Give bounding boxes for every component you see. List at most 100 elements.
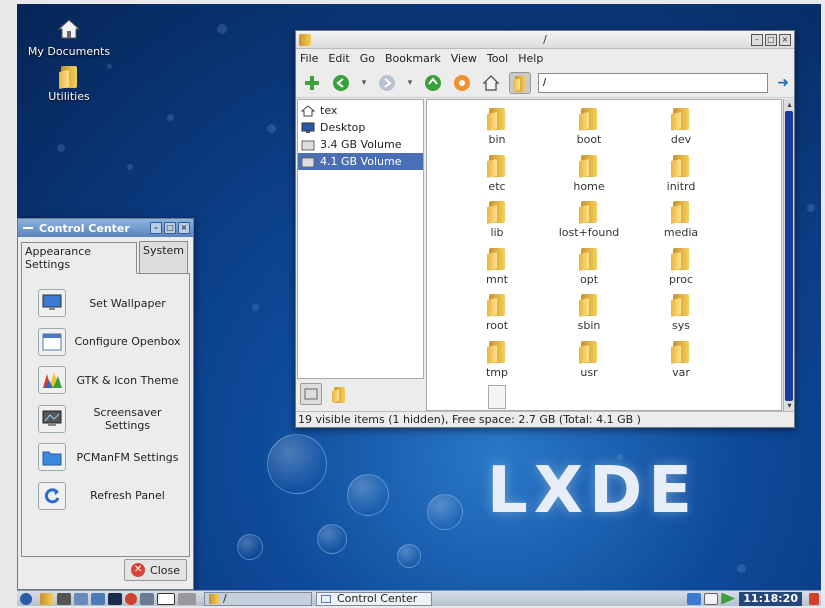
folder-item[interactable]: usr bbox=[543, 339, 635, 379]
tab-appearance-settings[interactable]: Appearance Settings bbox=[21, 242, 137, 274]
plus-icon bbox=[305, 75, 319, 90]
set-wallpaper-button[interactable]: Set Wallpaper bbox=[22, 284, 189, 323]
folder-item[interactable]: initrd bbox=[635, 153, 727, 193]
menu-tool[interactable]: Tool bbox=[487, 52, 508, 65]
menu-view[interactable]: View bbox=[451, 52, 477, 65]
vertical-scrollbar[interactable]: ▴ ▾ bbox=[783, 99, 794, 411]
minimize-button[interactable]: – bbox=[150, 222, 162, 234]
up-button[interactable] bbox=[422, 72, 444, 94]
screensaver-settings-button[interactable]: Screensaver Settings bbox=[22, 400, 189, 439]
close-button[interactable]: ✕ Close bbox=[124, 559, 187, 581]
minimize-button[interactable]: – bbox=[751, 33, 763, 46]
file-item[interactable] bbox=[451, 385, 543, 410]
folder-icon bbox=[487, 246, 507, 271]
desktop-icon bbox=[301, 122, 315, 133]
folder-icon bbox=[671, 246, 691, 271]
reload-button[interactable] bbox=[451, 72, 473, 94]
clock[interactable]: 11:18:20 bbox=[739, 591, 802, 606]
path-input[interactable] bbox=[538, 72, 768, 93]
folder-item[interactable]: home bbox=[543, 153, 635, 193]
folder-icon bbox=[332, 385, 346, 403]
file-label: usr bbox=[580, 365, 598, 379]
scroll-down-icon[interactable]: ▾ bbox=[784, 400, 795, 411]
desktop-switch-icon[interactable] bbox=[178, 592, 196, 605]
folder-item[interactable]: sbin bbox=[543, 292, 635, 332]
place-item-volume-4-1[interactable]: 4.1 GB Volume bbox=[298, 153, 423, 170]
file-label: opt bbox=[579, 272, 599, 286]
folder-item[interactable]: proc bbox=[635, 246, 727, 286]
folder-item[interactable]: var bbox=[635, 339, 727, 379]
desktop-switch-icon[interactable] bbox=[157, 592, 175, 605]
maximize-button[interactable]: □ bbox=[765, 33, 777, 46]
folder-item[interactable]: mnt bbox=[451, 246, 543, 286]
folder-item[interactable]: etc bbox=[451, 153, 543, 193]
menu-edit[interactable]: Edit bbox=[328, 52, 349, 65]
back-button[interactable] bbox=[330, 72, 352, 94]
scroll-up-icon[interactable]: ▴ bbox=[784, 99, 795, 110]
folder-item[interactable]: lost+found bbox=[543, 199, 635, 239]
theme-icon bbox=[38, 366, 66, 395]
maximize-button[interactable]: □ bbox=[164, 222, 176, 234]
folder-item[interactable]: media bbox=[635, 199, 727, 239]
go-button[interactable]: ➜ bbox=[777, 75, 789, 91]
browser-icon[interactable] bbox=[125, 592, 137, 605]
root-folder-button[interactable] bbox=[509, 71, 531, 94]
volume-icon[interactable] bbox=[721, 592, 736, 605]
place-label: 4.1 GB Volume bbox=[320, 155, 402, 168]
document-icon bbox=[488, 385, 506, 409]
tree-mode-button[interactable] bbox=[328, 383, 350, 405]
folder-item[interactable]: bin bbox=[451, 106, 543, 146]
menu-go[interactable]: Go bbox=[360, 52, 375, 65]
close-button[interactable]: × bbox=[178, 222, 190, 234]
clipboard-icon[interactable] bbox=[704, 592, 719, 605]
tab-system[interactable]: System bbox=[138, 241, 188, 273]
folder-item[interactable]: opt bbox=[543, 246, 635, 286]
new-tab-button[interactable] bbox=[301, 72, 323, 94]
desktop-icon-utilities[interactable]: Utilities bbox=[24, 64, 114, 103]
file-manager-titlebar[interactable]: / – □ × bbox=[296, 31, 794, 49]
task-file-manager[interactable]: / bbox=[204, 591, 312, 606]
menu-bookmark[interactable]: Bookmark bbox=[385, 52, 441, 65]
task-control-center[interactable]: Control Center bbox=[316, 591, 432, 606]
drive-icon bbox=[304, 388, 318, 400]
folder-item[interactable]: boot bbox=[543, 106, 635, 146]
places-mode-button[interactable] bbox=[300, 383, 322, 405]
place-item-volume-3-4[interactable]: 3.4 GB Volume bbox=[298, 136, 423, 153]
file-label: etc bbox=[488, 179, 506, 193]
network-status-icon[interactable] bbox=[687, 592, 702, 605]
folder-icon[interactable] bbox=[40, 592, 54, 605]
logout-icon[interactable] bbox=[809, 592, 819, 605]
configure-openbox-button[interactable]: Configure Openbox bbox=[22, 323, 189, 362]
folder-item[interactable]: lib bbox=[451, 199, 543, 239]
terminal-icon[interactable] bbox=[57, 592, 71, 605]
menu-file[interactable]: File bbox=[300, 52, 318, 65]
back-history-dropdown[interactable]: ▾ bbox=[359, 72, 369, 94]
close-button[interactable]: × bbox=[779, 33, 791, 46]
place-item-desktop[interactable]: Desktop bbox=[298, 119, 423, 136]
file-label: root bbox=[485, 319, 509, 332]
folder-icon bbox=[671, 199, 691, 224]
close-icon: ✕ bbox=[131, 563, 146, 577]
menu-help[interactable]: Help bbox=[518, 52, 543, 65]
folder-item[interactable]: tmp bbox=[451, 339, 543, 379]
folder-item[interactable]: root bbox=[451, 292, 543, 332]
refresh-panel-button[interactable]: Refresh Panel bbox=[22, 477, 189, 516]
forward-button[interactable] bbox=[376, 72, 398, 94]
folder-item[interactable]: sys bbox=[635, 292, 727, 332]
place-item-tex[interactable]: tex bbox=[298, 102, 423, 119]
desktop-icon-my-documents[interactable]: My Documents bbox=[24, 18, 114, 58]
scrollbar-thumb[interactable] bbox=[785, 111, 793, 401]
pcmanfm-settings-button[interactable]: PCManFM Settings bbox=[22, 438, 189, 477]
settings-icon[interactable] bbox=[74, 592, 88, 605]
window-menu-icon[interactable] bbox=[23, 227, 33, 229]
monitor-icon[interactable] bbox=[108, 592, 122, 605]
home-button[interactable] bbox=[480, 72, 502, 94]
network-icon[interactable] bbox=[91, 592, 105, 605]
folder-item[interactable]: dev bbox=[635, 106, 727, 146]
menu-icon[interactable] bbox=[20, 592, 32, 605]
forward-history-dropdown[interactable]: ▾ bbox=[405, 72, 415, 94]
screen-icon[interactable] bbox=[140, 592, 154, 605]
home-icon bbox=[24, 18, 114, 43]
control-center-titlebar[interactable]: Control Center – □ × bbox=[18, 219, 193, 237]
gtk-icon-theme-button[interactable]: GTK & Icon Theme bbox=[22, 361, 189, 400]
